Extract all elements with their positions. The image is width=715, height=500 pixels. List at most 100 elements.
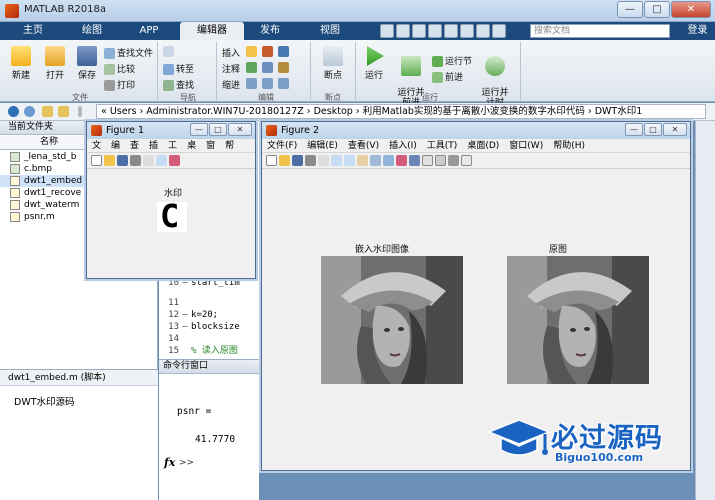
find-button[interactable]: 查找 [163, 78, 194, 91]
find-icon [163, 80, 174, 91]
rotate-icon[interactable] [370, 155, 381, 166]
figure1-window[interactable]: Figure 1 — □ ✕ 文编查插工桌窗帮 水印 C [86, 121, 256, 279]
group-label-edit: 编辑 [258, 93, 274, 102]
comment-button[interactable]: 注释 [222, 62, 240, 75]
print-figure-icon[interactable] [305, 155, 316, 166]
save-figure-icon[interactable] [117, 155, 128, 166]
figure2-maximize-button[interactable]: □ [644, 123, 662, 136]
print-button[interactable]: 打印 [104, 78, 135, 91]
find-files-button[interactable]: 查找文件 [104, 46, 153, 59]
show-plot-tools-icon[interactable] [461, 155, 472, 166]
new-figure-icon[interactable] [266, 155, 277, 166]
figure2-minimize-button[interactable]: — [625, 123, 643, 136]
run-button[interactable]: 运行 [360, 46, 388, 81]
advance-icon [432, 72, 443, 83]
menu-desktop[interactable]: 桌面(D) [462, 139, 504, 152]
redo-quick-icon[interactable] [460, 24, 474, 38]
indent-tools[interactable] [246, 78, 291, 89]
compare-button[interactable]: 比较 [104, 62, 135, 75]
menu-file[interactable]: 文件(F) [262, 139, 302, 152]
save-button[interactable]: 保存 [72, 46, 102, 81]
new-figure-icon[interactable] [91, 155, 102, 166]
menu-insert[interactable]: 插入(I) [384, 139, 422, 152]
advance-button[interactable]: 前进 [432, 70, 463, 83]
comment-tools[interactable] [246, 62, 291, 73]
run-and-time-button[interactable]: 运行并 计时 [478, 46, 512, 108]
menu-window[interactable]: 窗 [201, 139, 220, 152]
menu-file[interactable]: 文 [87, 139, 106, 152]
tab-plots[interactable]: 绘图 [64, 22, 120, 40]
figure2-close-button[interactable]: ✕ [663, 123, 687, 136]
login-button[interactable]: 登录 [680, 22, 715, 40]
tab-editor[interactable]: 编辑器 [180, 22, 244, 40]
print-figure-icon[interactable] [130, 155, 141, 166]
menu-help[interactable]: 帮助(H) [548, 139, 590, 152]
pointer-icon[interactable] [318, 155, 329, 166]
run-section-button[interactable]: 运行节 [432, 54, 472, 67]
new-button[interactable]: 新建 [6, 46, 36, 81]
legend-icon[interactable] [435, 155, 446, 166]
browse-folder-icon[interactable] [58, 106, 69, 117]
brush-icon[interactable] [169, 155, 180, 166]
link-plot-icon[interactable] [409, 155, 420, 166]
fx-icon[interactable]: fx [164, 456, 175, 469]
pan-icon[interactable] [357, 155, 368, 166]
zoom-in-icon[interactable] [156, 155, 167, 166]
menu-insert[interactable]: 插 [144, 139, 163, 152]
open-button[interactable]: 打开 [40, 46, 70, 81]
save-figure-icon[interactable] [292, 155, 303, 166]
up-folder-icon[interactable] [42, 106, 53, 117]
breakpoints-button[interactable]: 断点 [316, 46, 350, 81]
navigate-back-button[interactable] [163, 46, 176, 57]
minimize-button[interactable]: — [617, 1, 643, 18]
tab-view[interactable]: 视图 [300, 22, 360, 40]
logo-name: 必过源码 [551, 423, 663, 454]
back-arrow-icon[interactable] [8, 106, 19, 117]
tab-home[interactable]: 主页 [10, 22, 56, 40]
menu-help[interactable]: 帮 [220, 139, 239, 152]
tab-apps[interactable]: APP [122, 22, 176, 40]
insert-button[interactable]: 插入 [222, 46, 240, 59]
hide-plot-tools-icon[interactable] [448, 155, 459, 166]
maximize-button[interactable]: □ [644, 1, 670, 18]
menu-tools[interactable]: 工 [163, 139, 182, 152]
switch-windows-icon[interactable] [476, 24, 490, 38]
undo-quick-icon[interactable] [444, 24, 458, 38]
forward-arrow-icon[interactable] [24, 106, 35, 117]
save-quick-icon[interactable] [380, 24, 394, 38]
copy-quick-icon[interactable] [412, 24, 426, 38]
data-cursor-icon[interactable] [383, 155, 394, 166]
figure1-minimize-button[interactable]: — [190, 123, 208, 136]
menu-desktop[interactable]: 桌 [182, 139, 201, 152]
menu-edit[interactable]: 编辑(E) [302, 139, 343, 152]
goto-button[interactable]: 转至 [163, 62, 194, 75]
menu-view[interactable]: 查 [125, 139, 144, 152]
current-folder-path[interactable]: « Users › Administrator.WIN7U-20180127Z … [96, 104, 706, 119]
zoom-out-icon[interactable] [344, 155, 355, 166]
menu-edit[interactable]: 编 [106, 139, 125, 152]
cut-quick-icon[interactable] [396, 24, 410, 38]
open-file-icon[interactable] [104, 155, 115, 166]
figure1-close-button[interactable]: ✕ [228, 123, 252, 136]
menu-window[interactable]: 窗口(W) [504, 139, 548, 152]
pointer-icon[interactable] [143, 155, 154, 166]
menu-tools[interactable]: 工具(T) [422, 139, 463, 152]
indent-button[interactable]: 缩进 [222, 78, 240, 91]
open-file-icon[interactable] [279, 155, 290, 166]
search-documentation-input[interactable]: 搜索文档 [530, 24, 670, 38]
menu-view[interactable]: 查看(V) [343, 139, 384, 152]
matlab-logo-icon [5, 4, 19, 18]
colorbar-icon[interactable] [422, 155, 433, 166]
figure2-titlebar: Figure 2 — □ ✕ [262, 122, 690, 139]
code-line: 15% 读入原图 [168, 346, 238, 356]
figure1-maximize-button[interactable]: □ [209, 123, 227, 136]
zoom-in-icon[interactable] [331, 155, 342, 166]
close-button[interactable]: ✕ [671, 1, 711, 18]
help-quick-icon[interactable] [492, 24, 506, 38]
brush-icon[interactable] [396, 155, 407, 166]
embedded-image-title: 嵌入水印图像 [354, 245, 409, 255]
paste-quick-icon[interactable] [428, 24, 442, 38]
fx-insert-button[interactable] [246, 46, 291, 57]
tab-publish[interactable]: 发布 [246, 22, 294, 40]
command-window[interactable]: 命令行窗口 psnr = 41.7770 fx >> [159, 359, 259, 500]
